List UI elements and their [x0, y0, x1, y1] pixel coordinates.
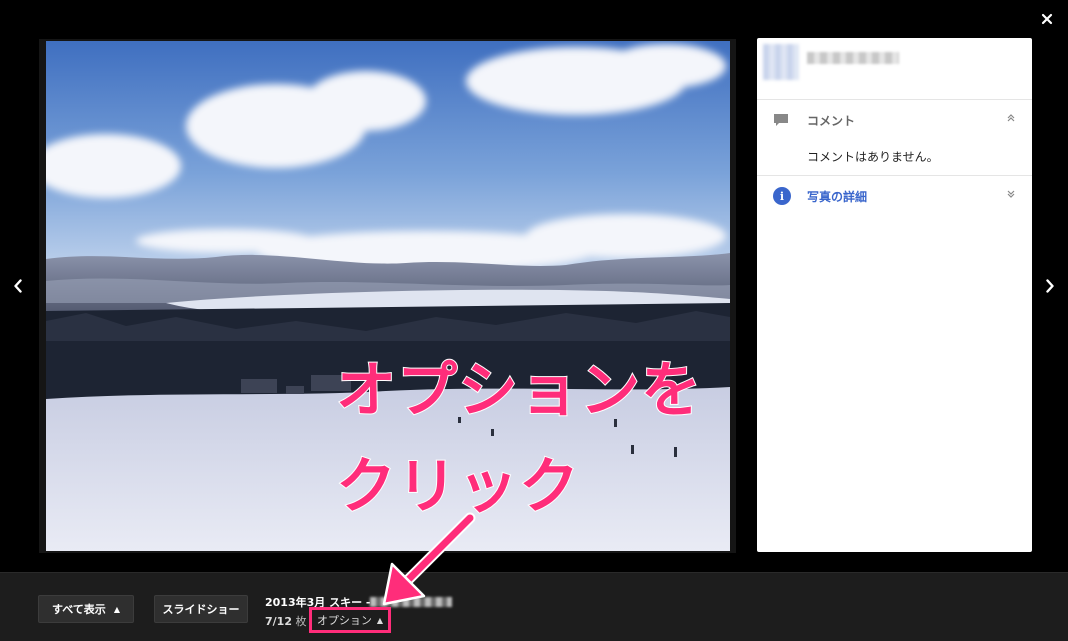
details-header[interactable]: i 写真の詳細	[757, 176, 1032, 216]
options-button[interactable]: オプション ▲	[309, 607, 391, 633]
no-comments-text: コメントはありません。	[807, 150, 939, 164]
comments-header[interactable]: コメント	[757, 100, 1032, 140]
comments-title: コメント	[807, 113, 856, 128]
comment-icon	[774, 114, 788, 126]
owner-name-redacted[interactable]	[807, 52, 899, 64]
slideshow-label: スライドショー	[162, 603, 240, 616]
photo-count-unit: 枚	[295, 615, 307, 628]
show-all-label: すべて表示	[52, 603, 106, 616]
options-label: オプション	[316, 614, 372, 627]
chevron-down-icon[interactable]	[1006, 189, 1016, 199]
caret-up-icon: ▲	[113, 604, 120, 614]
info-icon: i	[773, 187, 791, 205]
chevron-up-icon[interactable]	[1006, 113, 1016, 123]
avatar[interactable]	[763, 44, 799, 80]
photo-side-panel: コメント コメントはありません。 i 写真の詳細	[757, 38, 1032, 552]
close-button[interactable]	[1036, 8, 1058, 30]
album-owner-redacted	[370, 597, 452, 607]
chevron-right-icon	[1046, 279, 1054, 293]
next-photo-button[interactable]	[1039, 274, 1061, 298]
details-section: i 写真の詳細	[757, 176, 1032, 216]
show-all-button[interactable]: すべて表示 ▲	[38, 595, 134, 623]
photo-count: 7/12 枚	[265, 613, 306, 629]
photo-viewer: オプションを クリック コメント コメントはありません。 i 写真の詳細	[0, 0, 1068, 572]
photo-position: 7/12	[265, 615, 292, 628]
close-icon	[1041, 13, 1053, 25]
chevron-left-icon	[14, 279, 22, 293]
caret-up-icon: ▲	[376, 615, 384, 625]
owner-row	[757, 38, 1032, 100]
details-title: 写真の詳細	[807, 189, 868, 204]
slideshow-button[interactable]: スライドショー	[154, 595, 248, 623]
annotation-line-1: オプションを	[335, 355, 702, 427]
annotation-line-2: クリック	[335, 451, 580, 523]
previous-photo-button[interactable]	[7, 274, 29, 298]
bottom-toolbar: すべて表示 ▲ スライドショー 2013年3月 スキー - 7/12 枚 オプシ…	[0, 572, 1068, 641]
comments-section: コメント コメントはありません。	[757, 100, 1032, 176]
